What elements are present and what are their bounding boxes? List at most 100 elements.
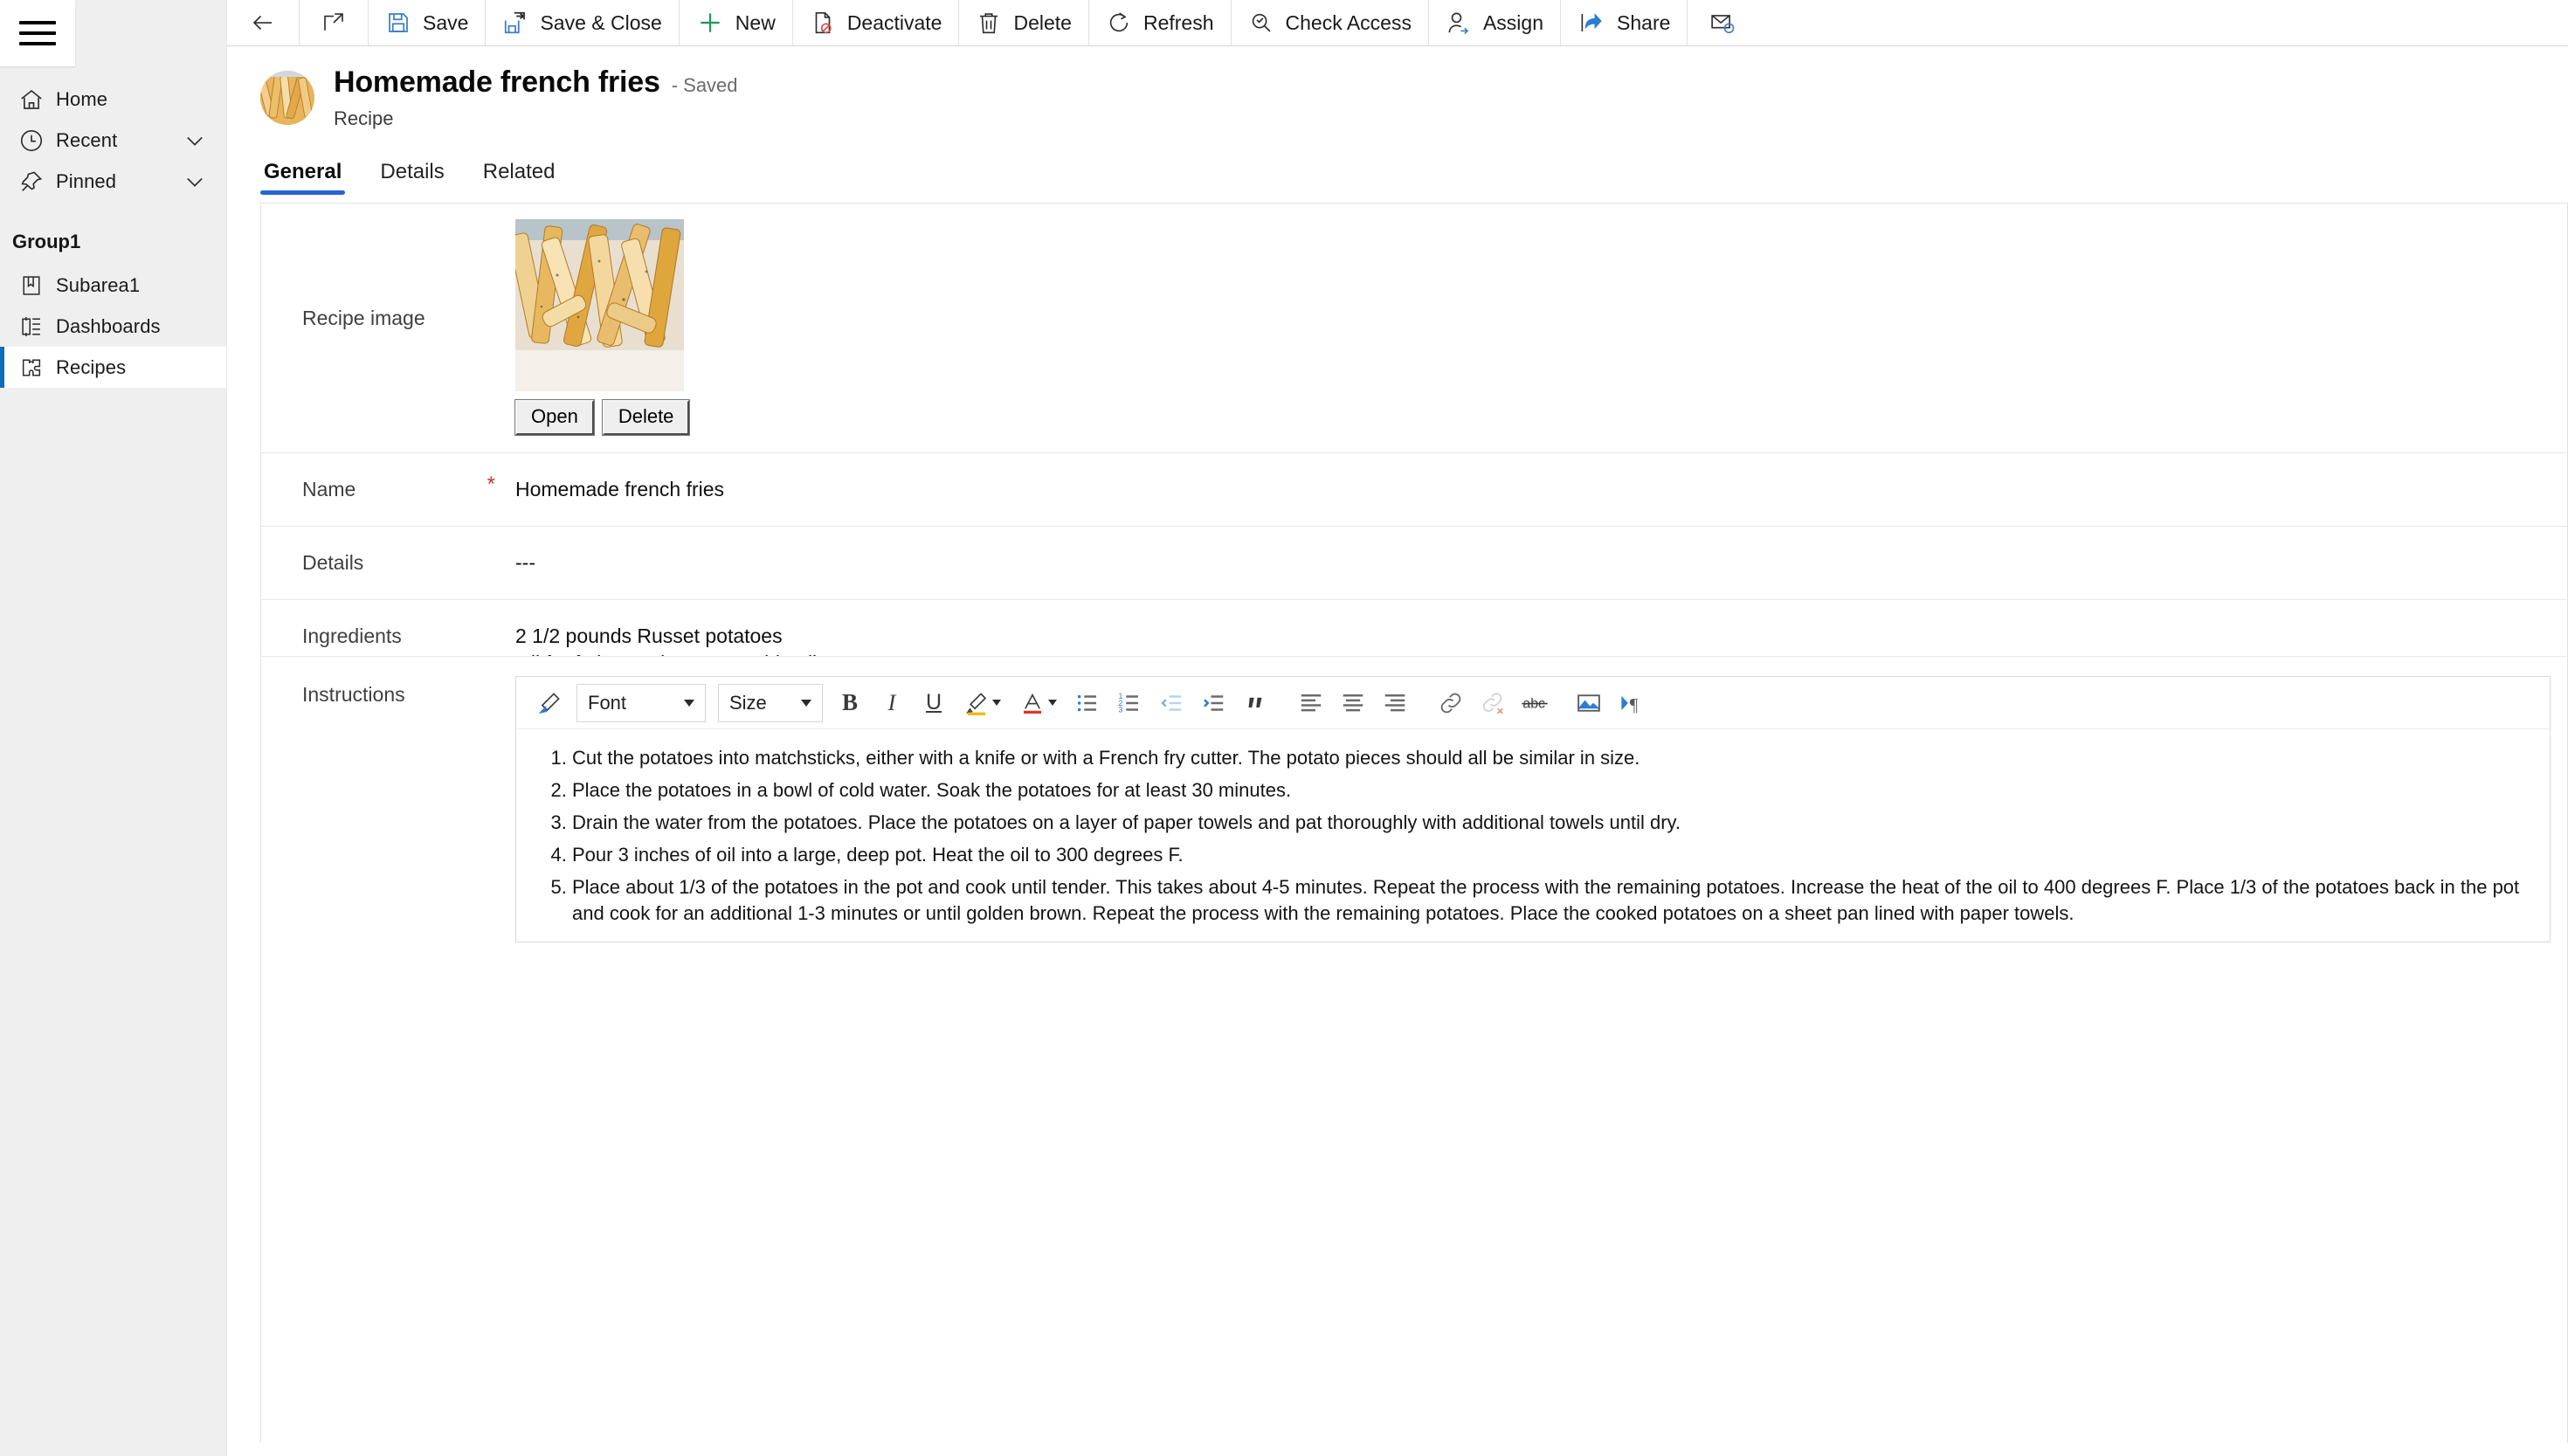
command-label: New [735,10,776,34]
instruction-step: Cut the potatoes into matchsticks, eithe… [572,745,2529,771]
sidebar-item-recipes[interactable]: Recipes [0,347,226,388]
tab-details[interactable]: Details [376,160,447,195]
field-instructions: Instructions Font Size B I U 1 2 3 abc ¶… [261,656,2567,942]
chevron-down-icon[interactable] [183,128,207,153]
format-painter-icon[interactable] [528,682,570,724]
blockquote-button[interactable] [1234,682,1276,724]
form-section-general: Recipe image Open Delete Name * Homemade… [260,203,2568,1443]
new-button[interactable]: New [680,0,793,45]
sidebar-item-pinned[interactable]: Pinned [0,161,226,202]
command-label: Delete [1013,10,1072,34]
command-bar: Save Save & Close New Deactivate Delete … [227,0,2568,46]
field-label: Name * [261,453,504,501]
hamburger-icon [19,21,56,45]
italic-icon: I [887,689,896,715]
italic-button[interactable]: I [871,682,913,724]
save-status: - Saved [671,74,738,96]
instructions-content[interactable]: Cut the potatoes into matchsticks, eithe… [516,729,2550,942]
share-button[interactable]: Share [1561,0,1688,45]
hamburger-menu-button[interactable] [0,0,75,66]
sidebar-item-home[interactable]: Home [0,79,226,120]
sidebar-item-label: Recipes [56,355,127,378]
delete-image-button[interactable]: Delete [601,398,691,437]
assign-user-icon [1446,10,1472,36]
email-link-button[interactable] [1688,0,1757,45]
recipe-image-preview [515,219,684,391]
avatar [260,71,314,125]
sidebar-item-label: Dashboards [56,314,161,337]
field-label: Details [302,551,364,575]
details-input[interactable]: --- [504,527,2567,599]
open-in-new-window-button[interactable] [300,0,369,45]
open-image-button[interactable]: Open [514,398,595,437]
bulleted-list-button[interactable] [1067,682,1108,724]
command-label: Save [423,10,469,34]
remove-link-button[interactable] [1472,682,1514,724]
delete-button[interactable]: Delete [959,0,1089,45]
command-label: Check Access [1285,10,1412,34]
recipe-photo-avatar [260,71,314,125]
field-details: Details --- [261,526,2567,599]
sidebar-item-subarea1[interactable]: Subarea1 [0,265,226,306]
app-root: Home Recent Pinned Group1 Subarea1 Dashb… [0,0,2568,1456]
back-button[interactable] [227,0,300,45]
strikethrough-button[interactable]: abc [1514,682,1556,724]
record-header: Homemade french fries - Saved Recipe [227,46,2568,130]
plus-icon [696,9,724,37]
sidebar-group-title: Group1 [12,231,81,252]
save-icon [385,10,411,36]
ingredient-line: Oil for frying such as vegetable oil [515,650,2567,657]
sidebar-item-recent[interactable]: Recent [0,120,226,161]
sidebar-item-label: Home [56,87,108,110]
trash-icon [976,10,1002,36]
align-right-button[interactable] [1374,682,1416,724]
refresh-icon [1106,10,1132,36]
instruction-step: Place about 1/3 of the potatoes in the p… [572,874,2529,927]
assign-button[interactable]: Assign [1429,0,1562,45]
tab-related[interactable]: Related [480,160,559,195]
field-recipe-image: Recipe image Open Delete [261,204,2567,452]
underline-button[interactable]: U [913,682,955,724]
name-input[interactable]: Homemade french fries [504,453,2567,526]
insert-image-button[interactable] [1568,682,1610,724]
command-label: Deactivate [846,10,942,34]
underline-icon: U [925,690,942,715]
font-family-select[interactable]: Font [576,683,706,722]
instruction-step: Place the potatoes in a bowl of cold wat… [572,777,2529,804]
align-center-button[interactable] [1332,682,1374,724]
field-name: Name * Homemade french fries [261,452,2567,526]
font-color-button[interactable] [1009,682,1067,724]
chevron-down-icon[interactable] [183,169,207,194]
deactivate-button[interactable]: Deactivate [793,0,960,45]
decrease-indent-button[interactable] [1150,682,1192,724]
align-left-button[interactable] [1290,682,1332,724]
sidebar-item-label: Pinned [56,169,117,192]
save-and-close-button[interactable]: Save & Close [486,0,680,45]
instruction-step: Drain the water from the potatoes. Place… [572,810,2529,836]
book-icon [7,273,56,298]
share-icon [1577,10,1605,36]
check-access-icon [1248,10,1274,36]
check-access-button[interactable]: Check Access [1232,0,1429,45]
email-link-icon [1709,10,1736,36]
font-size-select[interactable]: Size [718,683,823,722]
numbered-list-button[interactable]: 1 2 3 [1108,682,1150,724]
sidebar-item-dashboards[interactable]: Dashboards [0,306,226,347]
bold-icon: B [841,689,858,716]
insert-link-button[interactable] [1430,682,1472,724]
increase-indent-button[interactable] [1192,682,1234,724]
highlight-color-button[interactable] [955,682,1009,724]
tab-general[interactable]: General [260,160,346,195]
clock-icon [7,128,56,154]
save-button[interactable]: Save [369,0,487,45]
form-tabs: General Details Related [227,149,2568,195]
bold-button[interactable]: B [829,682,871,724]
command-label: Refresh [1142,10,1214,34]
field-value: Open Delete [504,204,2567,452]
instructions-editor: Font Size B I U 1 2 3 abc ¶ 1. Cut the p… [504,657,2567,942]
record-header-text: Homemade french fries - Saved Recipe [334,66,738,130]
instruction-step: Pour 3 inches of oil into a large, deep … [572,842,2529,868]
ingredients-input[interactable]: 2 1/2 pounds Russet potatoes Oil for fry… [504,600,2567,656]
refresh-button[interactable]: Refresh [1089,0,1232,45]
text-direction-button[interactable]: ¶ [1610,682,1652,724]
